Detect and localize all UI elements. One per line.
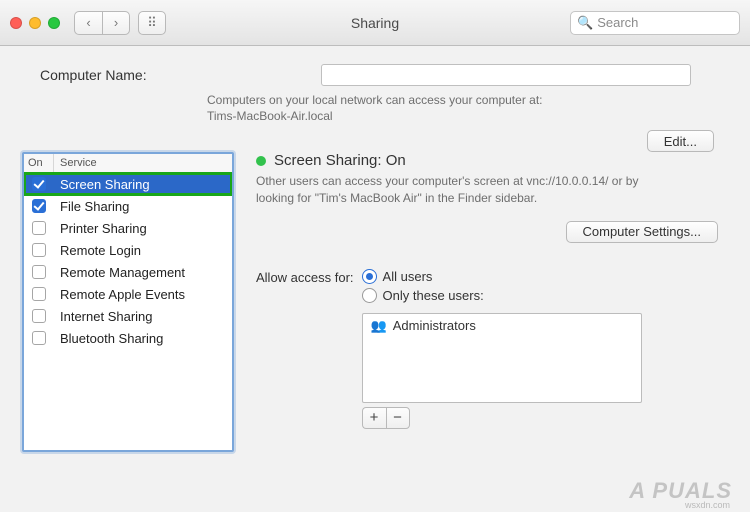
service-checkbox[interactable] — [32, 177, 46, 191]
service-label: Internet Sharing — [54, 309, 232, 324]
allow-only-label: Only these users: — [383, 288, 484, 303]
main-split: On Service Screen Sharing File Sharing Pri… — [22, 152, 728, 452]
service-detail: Screen Sharing: On Other users can acces… — [256, 152, 728, 452]
service-label: Remote Management — [54, 265, 232, 280]
add-user-button[interactable]: + — [362, 407, 386, 429]
help-line-1: Computers on your local network can acce… — [207, 93, 542, 107]
service-row[interactable]: File Sharing — [24, 195, 232, 217]
computer-settings-button[interactable]: Computer Settings... — [566, 221, 719, 243]
service-label: File Sharing — [54, 199, 232, 214]
status-title: Screen Sharing: On — [274, 152, 406, 169]
status-line: Screen Sharing: On — [256, 152, 728, 169]
allow-all-label: All users — [383, 269, 433, 284]
edit-hostname-button[interactable]: Edit... — [647, 130, 714, 152]
allow-access-group: Allow access for: All users Only these u… — [256, 269, 728, 429]
service-label: Printer Sharing — [54, 221, 232, 236]
service-row[interactable]: Remote Management — [24, 261, 232, 283]
service-checkbox[interactable] — [32, 243, 46, 257]
service-label: Remote Apple Events — [54, 287, 232, 302]
help-line-2: Tims-MacBook-Air.local — [207, 109, 333, 123]
nav-back-forward: ‹ › — [74, 11, 130, 35]
show-all-prefs-button[interactable]: ⠿ — [138, 11, 166, 35]
service-row[interactable]: Remote Apple Events — [24, 283, 232, 305]
allowed-users-list[interactable]: 👥 Administrators — [362, 313, 642, 403]
zoom-icon[interactable] — [48, 17, 60, 29]
allow-access-label: Allow access for: — [256, 269, 354, 429]
allow-only-users-option[interactable]: Only these users: — [362, 288, 642, 303]
services-list[interactable]: On Service Screen Sharing File Sharing Pri… — [22, 152, 234, 452]
header-service: Service — [54, 154, 232, 172]
window-controls — [10, 17, 60, 29]
service-checkbox[interactable] — [32, 287, 46, 301]
status-dot-icon — [256, 156, 266, 166]
service-row[interactable]: Remote Login — [24, 239, 232, 261]
service-checkbox[interactable] — [32, 265, 46, 279]
watermark-site: wsxdn.com — [685, 500, 730, 510]
allow-all-users-option[interactable]: All users — [362, 269, 642, 284]
computer-name-row: Computer Name: — [40, 64, 728, 86]
back-button[interactable]: ‹ — [74, 11, 102, 35]
service-row[interactable]: Internet Sharing — [24, 305, 232, 327]
service-label: Screen Sharing — [54, 177, 232, 192]
status-description: Other users can access your computer's s… — [256, 173, 676, 207]
forward-button[interactable]: › — [102, 11, 130, 35]
service-label: Remote Login — [54, 243, 232, 258]
computer-name-field[interactable] — [321, 64, 691, 86]
computer-name-help: Computers on your local network can acce… — [207, 92, 728, 124]
minimize-icon[interactable] — [29, 17, 41, 29]
content-area: Computer Name: Computers on your local n… — [0, 46, 750, 512]
service-label: Bluetooth Sharing — [54, 331, 232, 346]
search-field[interactable]: 🔍 Search — [570, 11, 740, 35]
service-row[interactable]: Printer Sharing — [24, 217, 232, 239]
allow-only-radio[interactable] — [362, 288, 377, 303]
service-checkbox[interactable] — [32, 199, 46, 213]
service-checkbox[interactable] — [32, 309, 46, 323]
remove-user-button[interactable]: − — [386, 407, 410, 429]
services-header: On Service — [24, 154, 232, 173]
users-group-icon: 👥 — [371, 318, 387, 334]
service-row[interactable]: Bluetooth Sharing — [24, 327, 232, 349]
search-icon: 🔍 — [577, 15, 593, 31]
header-on: On — [24, 154, 54, 172]
close-icon[interactable] — [10, 17, 22, 29]
toolbar: ‹ › ⠿ Sharing 🔍 Search — [0, 0, 750, 46]
service-checkbox[interactable] — [32, 331, 46, 345]
service-checkbox[interactable] — [32, 221, 46, 235]
computer-name-label: Computer Name: — [40, 67, 147, 83]
search-placeholder: Search — [597, 15, 638, 30]
service-row[interactable]: Screen Sharing — [24, 173, 232, 195]
user-add-remove: + − — [362, 407, 642, 429]
allow-all-radio[interactable] — [362, 269, 377, 284]
allowed-user-item[interactable]: Administrators — [393, 318, 476, 333]
